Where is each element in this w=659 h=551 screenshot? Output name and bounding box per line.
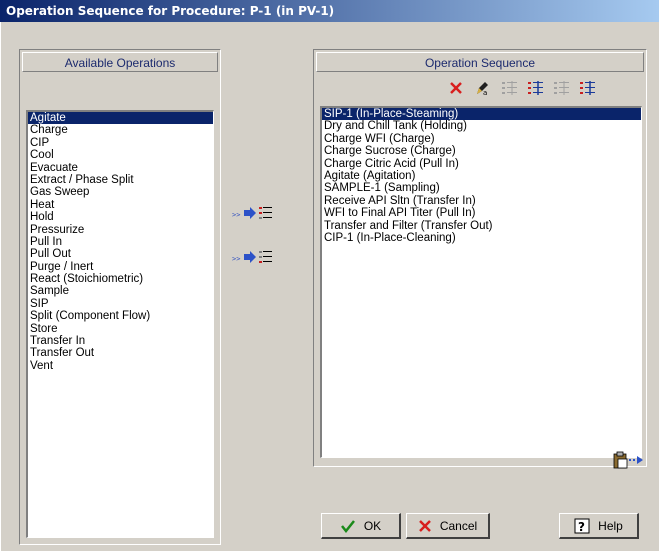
list-item[interactable]: SIP-1 (In-Place-Steaming) (322, 108, 641, 121)
list-item[interactable]: Agitate (Agitation) (322, 170, 641, 182)
list-item[interactable]: CIP-1 (In-Place-Cleaning) (322, 232, 641, 244)
operation-sequence-panel: Operation Sequence a SIP-1 (In-Place-Ste… (313, 49, 647, 467)
edit-icon: a (477, 82, 488, 96)
available-operations-list[interactable]: Agitate Charge CIP Cool Evacuate Extract / Ph… (26, 110, 214, 538)
insert-operation-button[interactable]: >> (231, 203, 275, 225)
available-operations-panel: Available Operations Agitate Charge CIP Coo… (19, 49, 221, 545)
list-item[interactable]: Purge / Inert (28, 261, 213, 273)
svg-text:>>: >> (232, 255, 240, 263)
insert-operation-icon: >> (232, 207, 272, 219)
list-item[interactable]: Hold (28, 211, 213, 223)
list-item[interactable]: Transfer In (28, 335, 213, 347)
help-button-label: Help (598, 518, 623, 533)
list-item[interactable]: Sample (28, 285, 213, 297)
svg-text:a: a (483, 89, 487, 96)
list-item[interactable]: Transfer and Filter (Transfer Out) (322, 220, 641, 232)
list-item[interactable]: Pressurize (28, 224, 213, 236)
checkmark-icon (340, 519, 355, 533)
help-button[interactable]: ? Help (559, 513, 639, 539)
move-last-icon (580, 81, 595, 95)
list-item[interactable]: Dry and Chill Tank (Holding) (322, 120, 641, 132)
operation-sequence-list[interactable]: SIP-1 (In-Place-Steaming) Dry and Chill T… (320, 106, 642, 458)
move-up-icon (502, 81, 517, 95)
list-item[interactable]: CIP (28, 137, 213, 149)
svg-text:?: ? (578, 520, 585, 534)
delete-button[interactable] (446, 78, 466, 98)
cancel-button-label: Cancel (439, 518, 478, 533)
move-first-icon (554, 81, 569, 95)
list-item[interactable]: Extract / Phase Split (28, 174, 213, 186)
list-item[interactable]: Cool (28, 149, 213, 161)
ok-button-label: OK (363, 518, 382, 533)
window-title: Operation Sequence for Procedure: P-1 (i… (0, 0, 659, 22)
help-icon: ? (574, 518, 590, 534)
list-item[interactable]: SIP (28, 298, 213, 310)
clipboard-paste-icon (613, 451, 643, 469)
ok-button[interactable]: OK (321, 513, 401, 539)
list-item[interactable]: Charge Sucrose (Charge) (322, 145, 641, 157)
svg-text:>>: >> (232, 211, 240, 219)
move-down-icon (528, 81, 543, 95)
edit-button[interactable]: a (472, 78, 492, 98)
list-item[interactable]: Charge WFI (Charge) (322, 133, 641, 145)
operation-sequence-header: Operation Sequence (316, 52, 644, 72)
list-item[interactable]: Receive API Sltn (Transfer In) (322, 195, 641, 207)
list-item[interactable]: WFI to Final API Titer (Pull In) (322, 207, 641, 219)
list-item[interactable]: Store (28, 323, 213, 335)
cancel-button[interactable]: Cancel (406, 513, 490, 539)
cancel-x-icon (418, 519, 431, 532)
move-first-button[interactable] (552, 78, 572, 98)
list-item[interactable]: Charge (28, 124, 213, 136)
list-item[interactable]: SAMPLE-1 (Sampling) (322, 182, 641, 194)
list-item[interactable]: Heat (28, 199, 213, 211)
delete-icon (450, 82, 462, 94)
list-item[interactable]: Evacuate (28, 162, 213, 174)
move-last-button[interactable] (578, 78, 598, 98)
list-item[interactable]: Charge Citric Acid (Pull In) (322, 158, 641, 170)
move-up-button[interactable] (500, 78, 520, 98)
list-item[interactable]: Vent (28, 360, 213, 372)
list-item[interactable]: Pull Out (28, 248, 213, 260)
list-item[interactable]: Agitate (28, 112, 213, 125)
move-down-button[interactable] (526, 78, 546, 98)
append-operation-button[interactable]: >> (231, 247, 275, 269)
list-item[interactable]: Transfer Out (28, 347, 213, 359)
available-operations-header: Available Operations (22, 52, 218, 72)
list-item[interactable]: Gas Sweep (28, 186, 213, 198)
paste-to-sequence-button[interactable] (613, 450, 649, 470)
list-item[interactable]: Pull In (28, 236, 213, 248)
append-operation-icon: >> (232, 251, 272, 263)
list-item[interactable]: React (Stoichiometric) (28, 273, 213, 285)
list-item[interactable]: Split (Component Flow) (28, 310, 213, 322)
dialog-body: Available Operations Agitate Charge CIP Coo… (0, 22, 659, 551)
